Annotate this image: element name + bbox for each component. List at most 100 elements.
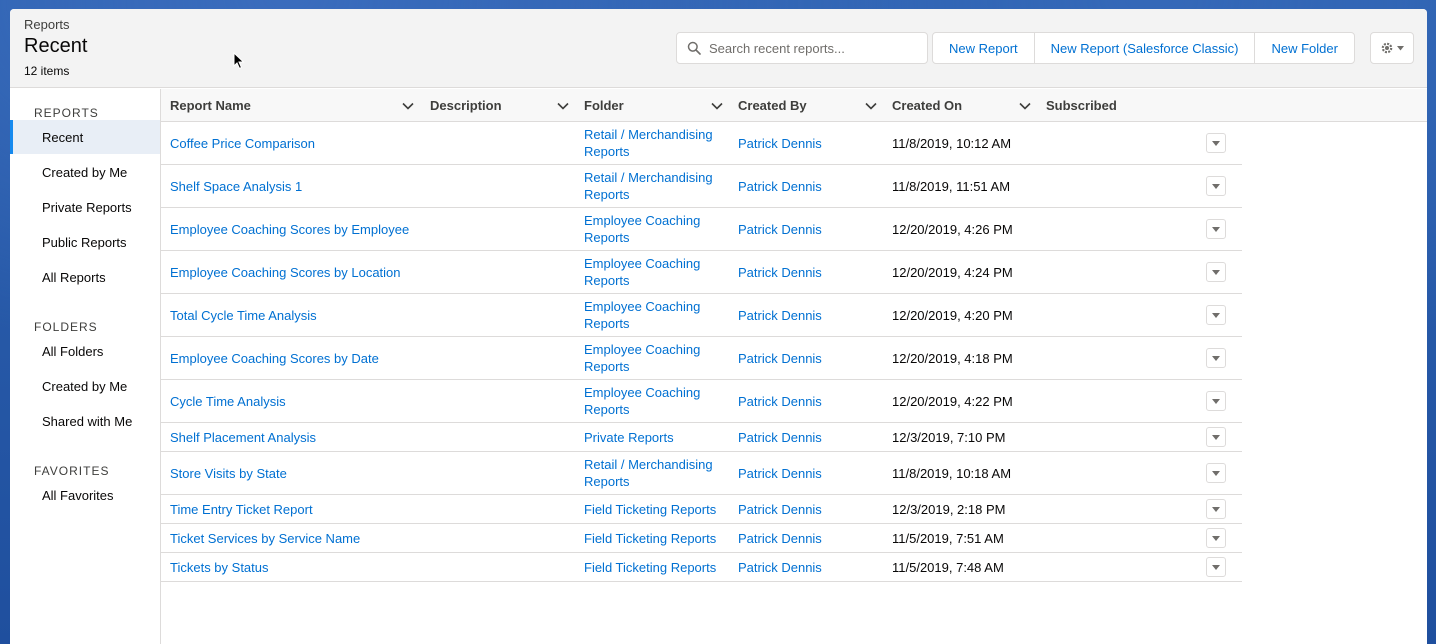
page-title: Recent	[24, 35, 88, 57]
created-by-link[interactable]: Patrick Dennis	[738, 208, 888, 250]
column-header-created-by[interactable]: Created By	[738, 89, 888, 122]
column-header-description[interactable]: Description	[430, 89, 580, 122]
column-header-report-name[interactable]: Report Name	[170, 89, 420, 122]
folder-link[interactable]: Employee Coaching Reports	[584, 380, 729, 422]
row-action-menu-button[interactable]	[1206, 262, 1226, 282]
sidebar-item-public-reports[interactable]: Public Reports	[10, 225, 160, 259]
table-row: Total Cycle Time Analysis Employee Coachi…	[161, 294, 1242, 337]
row-action-menu-button[interactable]	[1206, 133, 1226, 153]
action-button-group: New Report New Report (Salesforce Classi…	[932, 32, 1355, 64]
search-input[interactable]	[709, 40, 909, 56]
gear-icon	[1381, 42, 1393, 54]
chevron-down-icon[interactable]	[1019, 100, 1031, 112]
column-header-subscribed[interactable]: Subscribed	[1046, 89, 1196, 122]
table-row: Shelf Space Analysis 1 Retail / Merchandi…	[161, 165, 1242, 208]
report-name-link[interactable]: Shelf Placement Analysis	[170, 423, 420, 451]
sidebar-item-all-reports[interactable]: All Reports	[10, 260, 160, 294]
created-by-link[interactable]: Patrick Dennis	[738, 337, 888, 379]
folder-link[interactable]: Retail / Merchandising Reports	[584, 165, 729, 207]
folder-link[interactable]: Employee Coaching Reports	[584, 251, 729, 293]
sidebar-item-recent[interactable]: Recent	[10, 120, 160, 154]
folder-link[interactable]: Field Ticketing Reports	[584, 553, 729, 581]
created-on-value: 11/8/2019, 11:51 AM	[892, 178, 1011, 194]
sidebar-heading-folders: FOLDERS	[34, 320, 98, 334]
report-name-link[interactable]: Time Entry Ticket Report	[170, 495, 420, 523]
sidebar-item-all-folders[interactable]: All Folders	[10, 334, 160, 368]
search-icon	[687, 41, 701, 55]
created-by-link[interactable]: Patrick Dennis	[738, 423, 888, 451]
sidebar-item-folders-created-by-me[interactable]: Created by Me	[10, 369, 160, 403]
created-by-link[interactable]: Patrick Dennis	[738, 553, 888, 581]
row-action-menu-button[interactable]	[1206, 528, 1226, 548]
table-row: Employee Coaching Scores by Employee Empl…	[161, 208, 1242, 251]
created-by-link[interactable]: Patrick Dennis	[738, 495, 888, 523]
report-name-link[interactable]: Coffee Price Comparison	[170, 122, 420, 164]
created-by-link[interactable]: Patrick Dennis	[738, 165, 888, 207]
row-action-menu-button[interactable]	[1206, 557, 1226, 577]
sidebar-heading-favorites: FAVORITES	[34, 464, 110, 478]
chevron-down-icon[interactable]	[557, 100, 569, 112]
created-by-link[interactable]: Patrick Dennis	[738, 380, 888, 422]
column-header-folder[interactable]: Folder	[584, 89, 734, 122]
report-name-link[interactable]: Ticket Services by Service Name	[170, 524, 420, 552]
folder-link[interactable]: Field Ticketing Reports	[584, 524, 729, 552]
row-action-menu-button[interactable]	[1206, 463, 1226, 483]
created-by-link[interactable]: Patrick Dennis	[738, 251, 888, 293]
folder-name-line: Reports	[584, 144, 630, 159]
chevron-down-icon[interactable]	[865, 100, 877, 112]
new-report-button[interactable]: New Report	[933, 33, 1035, 63]
created-by-link[interactable]: Patrick Dennis	[738, 122, 888, 164]
created-on-value: 12/20/2019, 4:22 PM	[892, 393, 1013, 409]
reports-table: Report Name Description Folder Created B…	[161, 89, 1427, 644]
chevron-down-icon[interactable]	[711, 100, 723, 112]
report-name-link[interactable]: Employee Coaching Scores by Location	[170, 251, 420, 293]
report-name-link[interactable]: Tickets by Status	[170, 553, 420, 581]
mouse-cursor-icon	[233, 52, 245, 70]
breadcrumb[interactable]: Reports	[24, 17, 70, 32]
folder-name-line: Employee Coaching	[584, 213, 701, 228]
settings-menu-button[interactable]	[1370, 32, 1414, 64]
report-name-link[interactable]: Total Cycle Time Analysis	[170, 294, 420, 336]
report-name-link[interactable]: Cycle Time Analysis	[170, 380, 420, 422]
sidebar-heading-reports: REPORTS	[34, 106, 99, 120]
folder-name-line: Reports	[584, 402, 630, 417]
report-name-link[interactable]: Employee Coaching Scores by Date	[170, 337, 420, 379]
new-folder-button[interactable]: New Folder	[1255, 33, 1353, 63]
sidebar-item-private-reports[interactable]: Private Reports	[10, 190, 160, 224]
created-by-link[interactable]: Patrick Dennis	[738, 294, 888, 336]
report-name-link[interactable]: Shelf Space Analysis 1	[170, 165, 420, 207]
caret-down-icon	[1212, 398, 1220, 404]
sidebar-item-all-favorites[interactable]: All Favorites	[10, 478, 160, 512]
row-action-menu-button[interactable]	[1206, 391, 1226, 411]
column-header-created-on[interactable]: Created On	[892, 89, 1042, 122]
folder-link[interactable]: Retail / Merchandising Reports	[584, 122, 729, 164]
row-action-menu-button[interactable]	[1206, 219, 1226, 239]
folder-link[interactable]: Field Ticketing Reports	[584, 495, 729, 523]
new-report-classic-button[interactable]: New Report (Salesforce Classic)	[1035, 33, 1256, 63]
caret-down-icon	[1212, 312, 1220, 318]
report-name-link[interactable]: Store Visits by State	[170, 452, 420, 494]
report-name-link[interactable]: Employee Coaching Scores by Employee	[170, 208, 420, 250]
row-action-menu-button[interactable]	[1206, 305, 1226, 325]
folder-link[interactable]: Private Reports	[584, 423, 729, 451]
folder-link[interactable]: Employee Coaching Reports	[584, 294, 729, 336]
table-row: Coffee Price Comparison Retail / Merchand…	[161, 122, 1242, 165]
table-row: Employee Coaching Scores by Date Employee…	[161, 337, 1242, 380]
row-action-menu-button[interactable]	[1206, 499, 1226, 519]
caret-down-icon	[1212, 564, 1220, 570]
caret-down-icon	[1212, 140, 1220, 146]
chevron-down-icon[interactable]	[402, 100, 414, 112]
sidebar-item-created-by-me[interactable]: Created by Me	[10, 155, 160, 189]
row-action-menu-button[interactable]	[1206, 427, 1226, 447]
folder-link[interactable]: Employee Coaching Reports	[584, 208, 729, 250]
folder-link[interactable]: Employee Coaching Reports	[584, 337, 729, 379]
created-by-link[interactable]: Patrick Dennis	[738, 524, 888, 552]
row-action-menu-button[interactable]	[1206, 176, 1226, 196]
created-by-link[interactable]: Patrick Dennis	[738, 452, 888, 494]
sidebar-item-shared-with-me[interactable]: Shared with Me	[10, 404, 160, 438]
reports-card: Reports Recent 12 items New Report New R…	[10, 9, 1427, 644]
search-box[interactable]	[676, 32, 928, 64]
row-action-menu-button[interactable]	[1206, 348, 1226, 368]
table-row: Employee Coaching Scores by Location Empl…	[161, 251, 1242, 294]
folder-link[interactable]: Retail / Merchandising Reports	[584, 452, 729, 494]
